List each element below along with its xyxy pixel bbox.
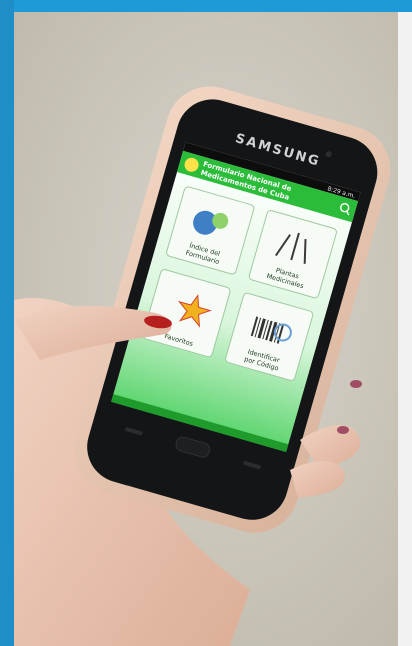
left-accent-border: [0, 0, 14, 646]
fingernail-right: [350, 380, 362, 388]
right-border: [398, 12, 412, 646]
photo-frame: SAMSUNG 8:29 a.m. Formulario Nacional de…: [0, 0, 412, 646]
phone-photo: SAMSUNG 8:29 a.m. Formulario Nacional de…: [0, 0, 412, 646]
fingernail-right-lower: [337, 426, 349, 434]
top-accent-bar: [0, 0, 412, 12]
